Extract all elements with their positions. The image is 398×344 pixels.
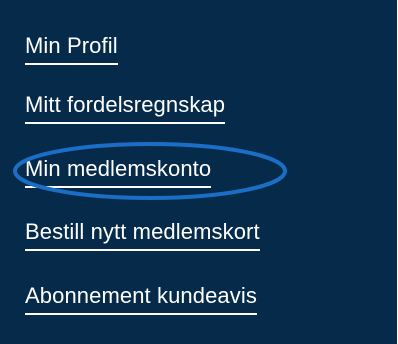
menu-item-underline [25,249,260,251]
account-menu-panel: Min Profil Mitt fordelsregnskap Min medl… [0,0,397,344]
menu-item-underline [25,122,226,124]
menu-item-label: Min medlemskonto [25,156,212,181]
menu-item-label: Abonnement kundeavis [25,283,257,308]
menu-item-label: Min Profil [25,33,118,58]
menu-item-underline [25,313,257,315]
menu-item-min-profil[interactable]: Min Profil [25,33,118,65]
menu-item-label: Bestill nytt medlemskort [25,219,260,244]
menu-item-label: Mitt fordelsregnskap [25,92,226,117]
menu-item-mitt-fordelsregnskap[interactable]: Mitt fordelsregnskap [25,92,226,124]
menu-item-bestill-nytt-medlemskort[interactable]: Bestill nytt medlemskort [25,219,260,251]
menu-item-underline [25,63,118,65]
menu-item-min-medlemskonto[interactable]: Min medlemskonto [25,156,212,188]
menu-item-underline [25,186,212,188]
menu-item-abonnement-kundeavis[interactable]: Abonnement kundeavis [25,283,257,315]
